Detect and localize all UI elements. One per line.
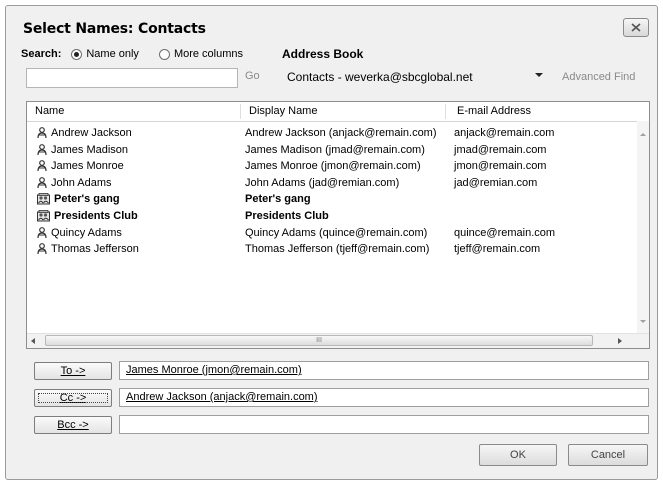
contact-name: James Monroe [37,160,124,172]
list-item[interactable]: Peter's gang Peter's gang [27,192,637,209]
contact-name: Presidents Club [37,210,138,222]
contact-name-text: Presidents Club [54,209,138,222]
radio-more-columns-label: More columns [173,48,244,60]
radio-more-columns[interactable]: More columns [158,48,244,60]
radio-name-only-label: Name only [86,48,139,60]
cc-field[interactable]: Andrew Jackson (anjack@remain.com) [119,388,649,407]
list-item[interactable]: Presidents Club Presidents Club [27,209,637,226]
distribution-list-icon [37,193,54,205]
list-item[interactable]: Thomas Jefferson Thomas Jefferson (tjeff@… [27,242,637,259]
cc-recipient[interactable]: Andrew Jackson (anjack@remain.com) [126,391,318,403]
scrollbar-grip: III [316,337,322,344]
cancel-button[interactable]: Cancel [568,444,648,466]
cc-button-label: Cc -> [59,392,87,404]
contact-display-name: John Adams (jad@remian.com) [245,176,400,189]
to-button-label: To -> [60,365,86,377]
search-options: Search: Name only More columns [21,46,263,62]
contact-name: John Adams [37,177,112,189]
scroll-down-icon[interactable] [640,320,646,323]
person-icon [37,176,51,189]
contact-display-name: Presidents Club [245,209,329,222]
to-button[interactable]: To -> [34,362,112,380]
search-label: Search: [21,48,62,60]
contact-name: Thomas Jefferson [37,243,139,255]
list-item[interactable]: Quincy Adams Quincy Adams (quince@remain.… [27,226,637,243]
scroll-left-icon[interactable] [31,338,35,344]
contact-name: Peter's gang [37,193,120,205]
to-field[interactable]: James Monroe (jmon@remain.com) [119,361,649,380]
list-header: Name Display Name E-mail Address [27,102,649,122]
chevron-down-icon[interactable] [535,73,543,77]
contact-display-name: James Monroe (jmon@remain.com) [245,160,421,173]
radio-button-checked[interactable] [71,48,83,60]
advanced-find-link[interactable]: Advanced Find [562,71,635,83]
column-header-name[interactable]: Name [35,105,64,117]
scrollbar-thumb[interactable]: III [45,335,593,346]
contact-email: tjeff@remain.com [454,243,541,256]
close-icon [631,23,641,32]
person-icon [37,243,51,255]
contact-email: jmon@remain.com [454,160,547,173]
contact-name-text: Peter's gang [54,193,120,206]
address-book-selected: Contacts - weverka@sbcglobal.net [287,70,473,84]
contact-name: Andrew Jackson [37,127,132,139]
bcc-field[interactable] [119,415,649,434]
contact-display-name: James Madison (jmad@remain.com) [245,143,425,156]
search-input[interactable] [26,68,238,88]
column-divider[interactable] [445,104,446,119]
contact-name-text: James Monroe [51,160,124,173]
contact-display-name: Thomas Jefferson (tjeff@remain.com) [245,243,430,256]
person-icon [37,143,51,156]
ok-button[interactable]: OK [479,444,557,466]
cc-button[interactable]: Cc -> [34,389,112,407]
person-icon [37,226,51,239]
radio-button[interactable] [158,48,170,60]
go-button[interactable]: Go [245,70,260,82]
contact-name-text: Quincy Adams [51,226,122,239]
contact-email: jmad@remain.com [454,143,547,156]
scroll-right-icon[interactable] [618,338,622,344]
contacts-list[interactable]: Name Display Name E-mail Address Andrew … [26,101,650,349]
address-book-select[interactable]: Contacts - weverka@sbcglobal.net [281,67,546,87]
contact-name: James Madison [37,144,128,156]
contacts-rows: Andrew Jackson Andrew Jackson (anjack@rem… [27,126,637,259]
close-button[interactable] [623,18,649,37]
vertical-scrollbar[interactable] [637,121,649,333]
distribution-list-icon [37,210,54,222]
contact-display-name: Peter's gang [245,193,311,206]
contact-name-text: Andrew Jackson [51,127,132,139]
column-header-display-name[interactable]: Display Name [249,105,317,117]
list-item[interactable]: James Madison James Madison (jmad@remain.… [27,143,637,160]
to-recipient[interactable]: James Monroe (jmon@remain.com) [126,364,302,376]
list-item[interactable]: Andrew Jackson Andrew Jackson (anjack@rem… [27,126,637,143]
person-icon [37,160,51,172]
bcc-button-label: Bcc -> [57,419,89,431]
list-item[interactable]: John Adams John Adams (jad@remian.com) jad… [27,176,637,193]
address-book-label: Address Book [282,47,364,61]
contact-name-text: James Madison [51,143,129,156]
contact-name-text: John Adams [51,176,112,189]
contact-display-name: Quincy Adams (quince@remain.com) [245,226,428,239]
bcc-button[interactable]: Bcc -> [34,416,112,434]
radio-name-only[interactable]: Name only [71,48,139,60]
contact-name-text: Thomas Jefferson [51,243,139,256]
dialog-title: Select Names: Contacts [23,21,206,37]
horizontal-scrollbar[interactable]: III [27,333,649,348]
person-icon [37,127,51,139]
contact-email: anjack@remain.com [454,127,555,139]
contact-display-name: Andrew Jackson (anjack@remain.com) [245,127,437,139]
scroll-up-icon[interactable] [640,133,646,136]
contact-email: quince@remain.com [454,226,556,239]
column-header-email[interactable]: E-mail Address [457,105,531,117]
list-item[interactable]: James Monroe James Monroe (jmon@remain.co… [27,159,637,176]
column-divider[interactable] [240,104,241,119]
contact-email: jad@remian.com [454,176,538,189]
contact-name: Quincy Adams [37,227,122,239]
